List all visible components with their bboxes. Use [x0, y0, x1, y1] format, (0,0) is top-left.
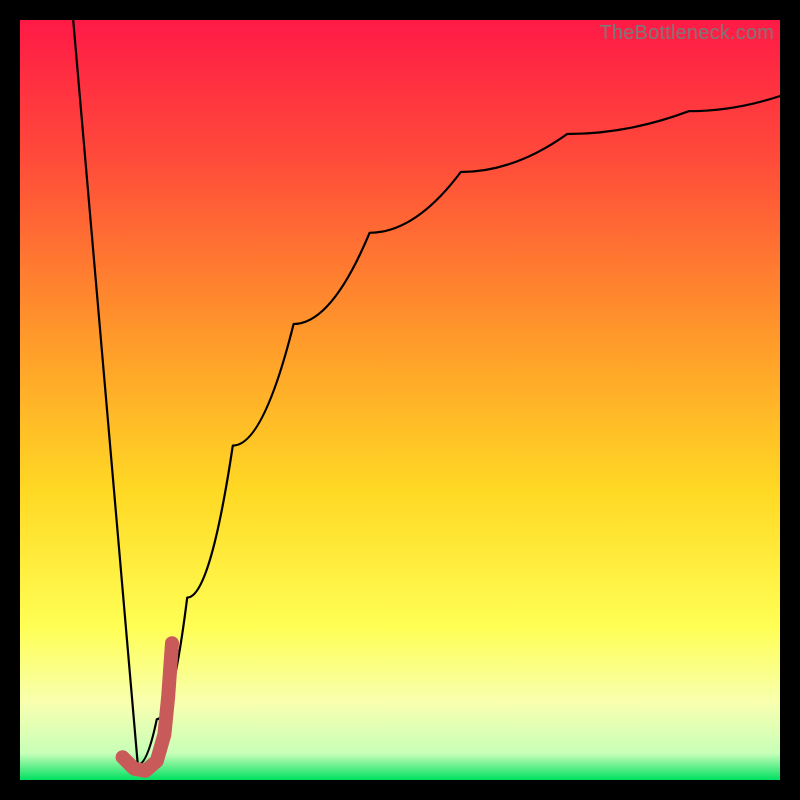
plot-area: TheBottleneck.com [20, 20, 780, 780]
curve-layer [20, 20, 780, 780]
chart-frame: TheBottleneck.com [0, 0, 800, 800]
bottleneck-curve [73, 20, 780, 765]
watermark-text: TheBottleneck.com [599, 22, 774, 45]
